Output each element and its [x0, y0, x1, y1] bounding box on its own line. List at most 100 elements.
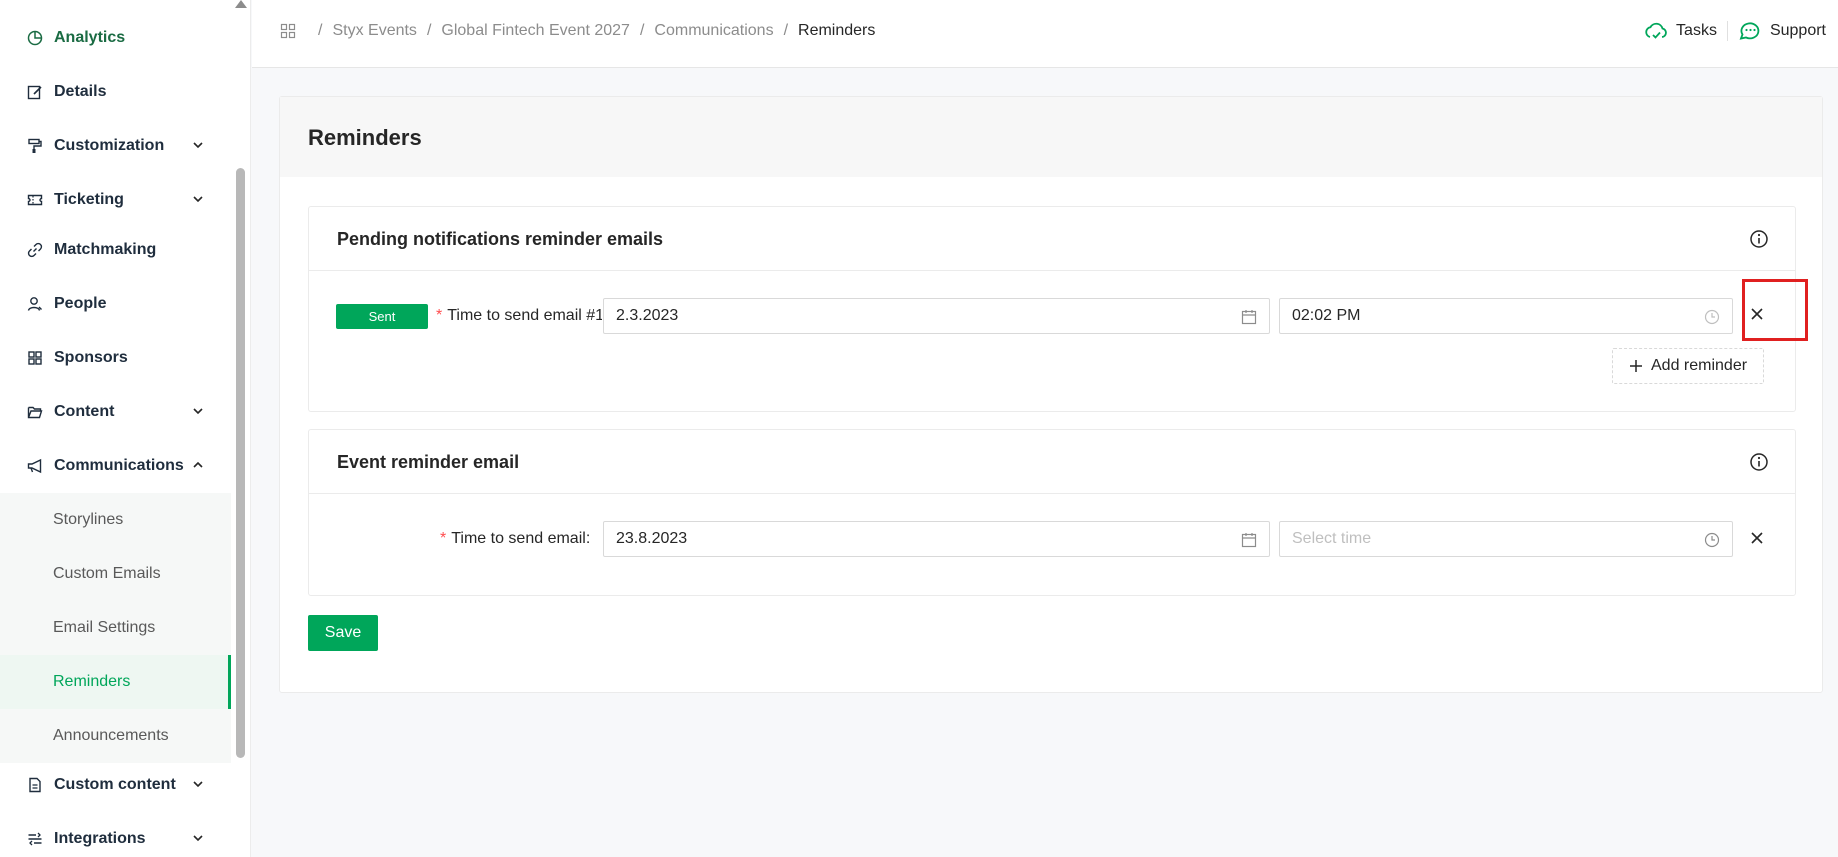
remove-reminder-icon[interactable] — [1747, 528, 1767, 548]
clock-icon — [1704, 532, 1720, 548]
apps-icon[interactable] — [280, 23, 296, 39]
top-bar: / Styx Events / Global Fintech Event 202… — [252, 0, 1838, 68]
chevron-down-icon — [193, 835, 203, 842]
plus-icon — [1630, 360, 1642, 372]
sidebar-subitem-label: Reminders — [53, 673, 131, 690]
calendar-icon — [1241, 310, 1257, 325]
breadcrumb-separator: / — [318, 22, 323, 39]
sidebar-item-label: Content — [54, 403, 115, 420]
sidebar-item-label: People — [54, 295, 107, 312]
pending-reminders-panel: Pending notifications reminder emails Se… — [308, 206, 1808, 412]
sidebar-item-label: Matchmaking — [54, 241, 157, 258]
paint-roller-icon — [26, 137, 44, 155]
time-label-text: Time to send email — [451, 530, 586, 547]
panel-header: Pending notifications reminder emails — [309, 207, 1795, 271]
save-button[interactable]: Save — [308, 615, 378, 651]
breadcrumb-separator: / — [783, 22, 789, 39]
breadcrumb-separator: / — [426, 22, 432, 39]
required-marker: * — [436, 307, 443, 324]
info-icon[interactable] — [1749, 452, 1769, 472]
sidebar-item-custom-content[interactable]: Custom content — [0, 758, 231, 812]
sidebar-item-label: Ticketing — [54, 191, 124, 208]
date-input[interactable]: 23.8.2023 — [603, 521, 1270, 557]
sidebar-item-ticketing[interactable]: Ticketing — [0, 173, 231, 227]
date-value: 2.3.2023 — [616, 307, 679, 324]
breadcrumb-item[interactable]: Communications — [654, 22, 773, 40]
highlight-box — [1742, 279, 1808, 341]
breadcrumb-separator: / — [639, 22, 645, 39]
pie-chart-icon — [26, 29, 44, 47]
sidebar-subitem-label: Custom Emails — [53, 565, 161, 582]
sidebar-subitem-label: Email Settings — [53, 619, 156, 636]
sidebar-subitem-announcements[interactable]: Announcements — [0, 709, 231, 763]
breadcrumb: / Styx Events / Global Fintech Event 202… — [280, 22, 875, 40]
folder-icon — [26, 403, 44, 421]
link-icon — [26, 241, 44, 259]
sidebar-item-label: Analytics — [54, 29, 126, 46]
sidebar-item-label: Details — [54, 83, 107, 100]
sidebar-item-customization[interactable]: Customization — [0, 119, 231, 173]
megaphone-icon — [26, 457, 44, 475]
sidebar-item-label: Custom content — [54, 776, 176, 793]
chevron-down-icon — [193, 196, 203, 203]
reminders-card: Reminders Pending notifications reminder… — [279, 96, 1823, 693]
sidebar-item-content[interactable]: Content — [0, 385, 231, 439]
edit-icon — [26, 83, 44, 101]
tasks-button[interactable]: Tasks — [1644, 20, 1717, 42]
breadcrumb-item[interactable]: Styx Events — [332, 22, 416, 40]
clock-icon — [1704, 309, 1720, 325]
sidebar-item-sponsors[interactable]: Sponsors — [0, 331, 231, 385]
sidebar-item-integrations[interactable]: Integrations — [0, 812, 231, 857]
sidebar-item-details[interactable]: Details — [0, 65, 231, 119]
chevron-down-icon — [193, 781, 203, 788]
document-icon — [26, 776, 44, 794]
scroll-up-arrow[interactable] — [235, 0, 247, 8]
time-input[interactable]: 02:02 PM — [1279, 298, 1733, 334]
sidebar-item-matchmaking[interactable]: Matchmaking — [0, 223, 231, 277]
support-button[interactable]: Support — [1738, 20, 1826, 42]
chevron-up-icon — [193, 461, 203, 468]
sidebar-item-label: Customization — [54, 137, 165, 154]
add-reminder-button[interactable]: Add reminder — [1612, 348, 1765, 384]
sidebar-item-analytics[interactable]: Analytics — [0, 11, 231, 65]
sidebar-scrollbar[interactable] — [236, 168, 245, 758]
chevron-down-icon — [193, 142, 203, 149]
date-input[interactable]: 2.3.2023 — [603, 298, 1270, 334]
support-label: Support — [1769, 22, 1826, 39]
add-reminder-label: Add reminder — [1651, 357, 1748, 374]
page-title: Reminders — [308, 125, 422, 150]
person-icon — [26, 295, 44, 313]
time-input[interactable]: Select time — [1279, 521, 1733, 557]
breadcrumb-item[interactable]: Global Fintech Event 2027 — [441, 22, 630, 40]
sidebar-subitem-custom-emails[interactable]: Custom Emails — [0, 547, 231, 601]
event-reminder-panel: Event reminder email * Time to send email… — [308, 429, 1796, 596]
cloud-icon — [1645, 22, 1667, 39]
sidebar-subitem-reminders[interactable]: Reminders — [0, 655, 231, 709]
info-icon[interactable] — [1749, 229, 1769, 249]
label-colon: : — [585, 530, 591, 547]
chevron-down-icon — [193, 408, 203, 415]
calendar-icon — [1241, 533, 1257, 548]
status-badge: Sent — [336, 304, 428, 329]
ticket-icon — [26, 191, 44, 209]
sidebar-item-people[interactable]: People — [0, 277, 231, 331]
sidebar-item-label: Integrations — [54, 830, 146, 847]
time-label-text: Time to send email #1 — [447, 307, 602, 324]
sidebar-subitem-label: Storylines — [53, 511, 124, 528]
panel-title: Event reminder email — [337, 452, 520, 472]
integrations-icon — [26, 830, 44, 848]
sidebar-subitem-storylines[interactable]: Storylines — [0, 493, 231, 547]
sidebar-item-label: Communications — [54, 457, 184, 474]
sidebar-item-communications[interactable]: Communications — [0, 439, 231, 493]
grid-icon — [26, 349, 44, 367]
panel-header: Event reminder email — [309, 430, 1795, 494]
divider — [1726, 21, 1728, 41]
panel-title: Pending notifications reminder emails — [337, 229, 664, 249]
time-placeholder: Select time — [1292, 530, 1372, 547]
sidebar: Analytics Details Customization Ticketin… — [0, 0, 251, 857]
sidebar-subitem-email-settings[interactable]: Email Settings — [0, 601, 231, 655]
time-value: 02:02 PM — [1292, 307, 1361, 324]
top-actions: Tasks Support — [1644, 20, 1826, 42]
card-header: Reminders — [280, 97, 1822, 177]
required-marker: * — [440, 530, 447, 547]
